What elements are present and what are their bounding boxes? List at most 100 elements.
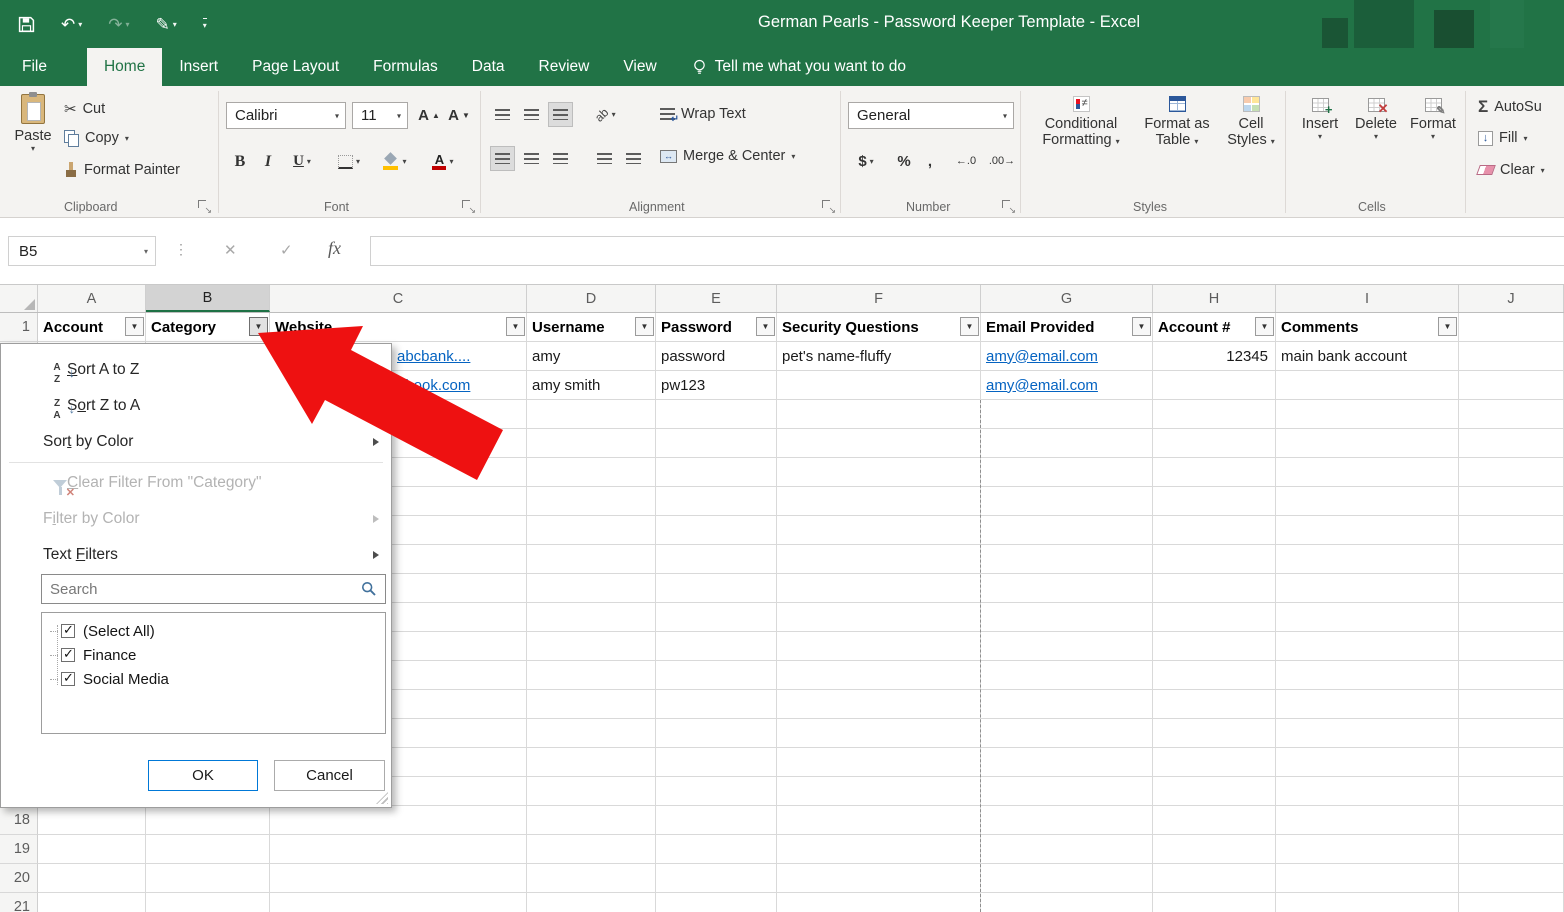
cell-F14[interactable]	[777, 690, 981, 719]
cell-I20[interactable]	[1276, 864, 1459, 893]
cell-C18[interactable]	[270, 806, 527, 835]
column-header-F[interactable]: F	[777, 285, 981, 312]
increase-font-size-button[interactable]: A ▲	[416, 102, 442, 129]
cut-button[interactable]: ✂ Cut	[64, 100, 105, 118]
comments-filter-button[interactable]: ▼	[1438, 317, 1457, 336]
cell-J9[interactable]	[1459, 545, 1564, 574]
filter-search-input[interactable]	[41, 574, 386, 604]
cell-F21[interactable]	[777, 893, 981, 912]
cell-A19[interactable]	[38, 835, 146, 864]
cell-D20[interactable]	[527, 864, 656, 893]
wrap-text-button[interactable]: ↵ Wrap Text	[660, 106, 746, 125]
save-button[interactable]	[18, 16, 35, 33]
cell-D11[interactable]	[527, 603, 656, 632]
cell-I11[interactable]	[1276, 603, 1459, 632]
bottom-align-button[interactable]	[548, 102, 573, 127]
tab-page-layout[interactable]: Page Layout	[235, 48, 356, 86]
cell-D15[interactable]	[527, 719, 656, 748]
tell-me-box[interactable]: Tell me what you want to do	[678, 48, 920, 86]
delete-cells-button[interactable]: ✕ Delete ▾	[1350, 98, 1402, 141]
conditional-formatting-button[interactable]: ConditionalFormatting ▾	[1030, 96, 1132, 148]
tab-review[interactable]: Review	[522, 48, 607, 86]
menu-item-text-filters[interactable]: Text Filters	[1, 537, 391, 573]
filter-option-finance[interactable]: Finance	[42, 643, 385, 667]
undo-button[interactable]: ↶ ▾	[61, 16, 82, 33]
cell-H4[interactable]	[1153, 400, 1276, 429]
cell-G21[interactable]	[981, 893, 1153, 912]
format-painter-button[interactable]: Format Painter	[64, 162, 180, 178]
cell-H16[interactable]	[1153, 748, 1276, 777]
cell-I19[interactable]	[1276, 835, 1459, 864]
account-filter-button[interactable]: ▼	[125, 317, 144, 336]
alignment-dialog-launcher[interactable]	[822, 200, 836, 216]
cell-D10[interactable]	[527, 574, 656, 603]
cell-J18[interactable]	[1459, 806, 1564, 835]
format-cells-button[interactable]: ✎ Format ▾	[1406, 98, 1460, 141]
cell-A1[interactable]: Account ▼	[38, 313, 146, 342]
cell-F5[interactable]	[777, 429, 981, 458]
increase-indent-button[interactable]	[621, 146, 646, 171]
decrease-indent-button[interactable]	[592, 146, 617, 171]
autosum-button[interactable]: Σ AutoSu	[1478, 98, 1542, 115]
cell-I10[interactable]	[1276, 574, 1459, 603]
cell-J17[interactable]	[1459, 777, 1564, 806]
cell-H8[interactable]	[1153, 516, 1276, 545]
cell-G10[interactable]	[981, 574, 1153, 603]
cell-D19[interactable]	[527, 835, 656, 864]
cell-E16[interactable]	[656, 748, 777, 777]
cell-F9[interactable]	[777, 545, 981, 574]
cell-I9[interactable]	[1276, 545, 1459, 574]
cell-H21[interactable]	[1153, 893, 1276, 912]
cell-A18[interactable]	[38, 806, 146, 835]
checkbox-checked-icon[interactable]	[61, 670, 75, 686]
cell-D14[interactable]	[527, 690, 656, 719]
cell-A21[interactable]	[38, 893, 146, 912]
cell-B20[interactable]	[146, 864, 270, 893]
cell-G14[interactable]	[981, 690, 1153, 719]
cell-C21[interactable]	[270, 893, 527, 912]
cell-D8[interactable]	[527, 516, 656, 545]
cell-I14[interactable]	[1276, 690, 1459, 719]
cell-H12[interactable]	[1153, 632, 1276, 661]
cell-J19[interactable]	[1459, 835, 1564, 864]
cell-D3[interactable]: amy smith	[527, 371, 656, 400]
cell-D1[interactable]: Username ▼	[527, 313, 656, 342]
number-dialog-launcher[interactable]	[1002, 200, 1016, 216]
cell-E19[interactable]	[656, 835, 777, 864]
cell-H5[interactable]	[1153, 429, 1276, 458]
paste-button[interactable]: Paste ▾	[8, 92, 58, 153]
cell-H7[interactable]	[1153, 487, 1276, 516]
row-header-21[interactable]: 21	[0, 893, 38, 912]
cell-D7[interactable]	[527, 487, 656, 516]
tab-file[interactable]: File	[2, 48, 67, 86]
font-dialog-launcher[interactable]	[462, 200, 476, 216]
cell-G1[interactable]: Email Provided ▼	[981, 313, 1153, 342]
name-box[interactable]: B5 ▾	[8, 236, 156, 266]
cancel-entry-icon[interactable]: ✕	[224, 241, 237, 259]
cell-B19[interactable]	[146, 835, 270, 864]
decrease-decimal-button[interactable]: .00→	[986, 148, 1018, 174]
customize-qat-button[interactable]: ▾	[202, 18, 207, 30]
cell-H20[interactable]	[1153, 864, 1276, 893]
cell-I18[interactable]	[1276, 806, 1459, 835]
cell-D18[interactable]	[527, 806, 656, 835]
cell-I4[interactable]	[1276, 400, 1459, 429]
cell-D5[interactable]	[527, 429, 656, 458]
cell-I7[interactable]	[1276, 487, 1459, 516]
cell-I1[interactable]: Comments ▼	[1276, 313, 1459, 342]
cell-I3[interactable]	[1276, 371, 1459, 400]
align-left-button[interactable]	[490, 146, 515, 171]
cell-G11[interactable]	[981, 603, 1153, 632]
orientation-button[interactable]: ab ▾	[592, 102, 619, 127]
copy-button[interactable]: Copy ▾	[64, 130, 129, 147]
middle-align-button[interactable]	[519, 102, 544, 127]
filter-option-select-all[interactable]: (Select All)	[42, 619, 385, 643]
cell-F11[interactable]	[777, 603, 981, 632]
cell-D9[interactable]	[527, 545, 656, 574]
font-size-combo[interactable]: 11 ▾	[352, 102, 408, 129]
cell-F1[interactable]: Security Questions ▼	[777, 313, 981, 342]
cell-I5[interactable]	[1276, 429, 1459, 458]
cell-E1[interactable]: Password ▼	[656, 313, 777, 342]
cell-J12[interactable]	[1459, 632, 1564, 661]
formula-input[interactable]	[370, 236, 1564, 266]
